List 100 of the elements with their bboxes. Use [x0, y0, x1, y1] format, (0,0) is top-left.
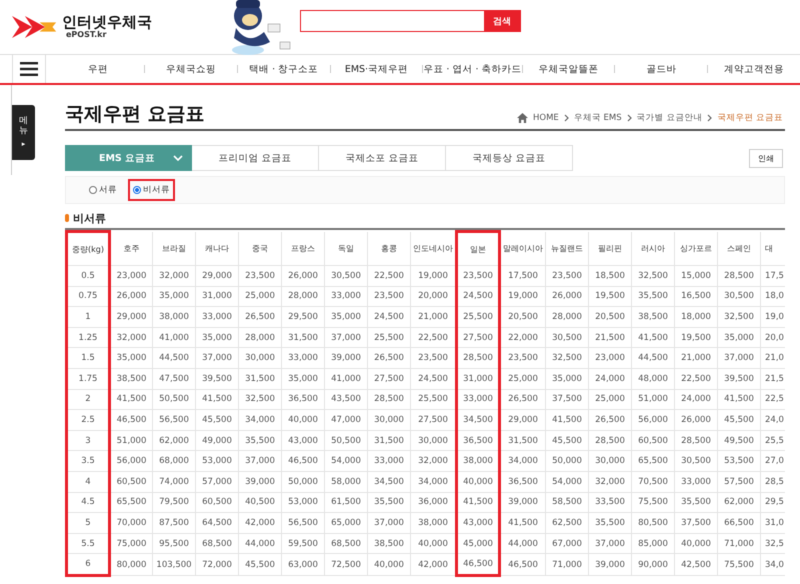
nav-link[interactable]: 택배 · 창구소포 [238, 62, 330, 76]
table-cell: 38,000 [152, 306, 196, 328]
table-cell: 45,500 [196, 410, 238, 430]
table-cell: 29,000 [196, 266, 238, 286]
table-cell: 2.5 [66, 410, 110, 430]
table-cell: 25,000 [238, 286, 282, 307]
table-cell: 58,500 [546, 492, 588, 513]
nav-link[interactable]: 우체국쇼핑 [144, 62, 237, 76]
radio-option[interactable]: 비서류 [128, 179, 175, 201]
table-cell: 62,000 [152, 430, 196, 451]
table-cell: 27,500 [368, 368, 410, 390]
table-cell: 34,500 [368, 471, 410, 492]
table-cell: 53,500 [718, 450, 760, 472]
table-cell: 67,000 [546, 533, 588, 554]
radio-button[interactable] [89, 186, 97, 194]
table-cell: 27,500 [456, 327, 500, 348]
column-header: 일본 [456, 232, 500, 266]
table-cell: 56,500 [152, 410, 196, 430]
table-cell: 37,000 [196, 348, 238, 368]
nav-link[interactable]: 계약고객전용 [708, 62, 800, 76]
table-cell: 28,500 [588, 430, 632, 451]
breadcrumb-link[interactable]: 국제우편 요금표 [717, 112, 783, 124]
table-cell: 68,500 [196, 533, 238, 554]
table-cell: 60,500 [196, 492, 238, 513]
table-cell: 32,000 [152, 266, 196, 286]
table-cell: 30,000 [238, 348, 282, 368]
table-cell: 29,500 [282, 306, 324, 328]
table-cell: 22,000 [500, 327, 546, 348]
nav-link[interactable]: 우표 · 엽서 · 축하카드 [423, 62, 522, 76]
table-cell: 42,500 [674, 554, 718, 576]
nav-link[interactable]: 우체국알뜰폰 [522, 62, 614, 76]
breadcrumb-link[interactable]: 우체국 EMS [574, 112, 622, 124]
table-cell: 23,500 [500, 348, 546, 368]
table-cell: 24,000 [588, 368, 632, 390]
table-cell: 48,000 [632, 368, 674, 390]
tab[interactable]: 국제등상 요금표 [446, 145, 573, 171]
table-cell: 43,000 [282, 430, 324, 451]
radio-option[interactable]: 서류 [84, 179, 122, 201]
table-cell: 1.75 [66, 368, 110, 390]
table-cell: 49,000 [196, 430, 238, 451]
tab[interactable]: 프리미엄 요금표 [192, 145, 319, 171]
nav-link[interactable]: 골드바 [615, 62, 708, 76]
table-cell: 37,500 [546, 389, 588, 410]
table-cell: 103,500 [152, 554, 196, 576]
table-cell: 25,500 [368, 327, 410, 348]
table-cell: 44,500 [152, 348, 196, 368]
radio-button[interactable] [133, 186, 141, 194]
table-cell: 31,500 [282, 327, 324, 348]
nav-link[interactable]: 우편 [52, 62, 144, 76]
table-cell: 35,000 [110, 348, 152, 368]
table-cell: 51,000 [110, 430, 152, 451]
table-cell: 35,000 [324, 306, 368, 328]
table-cell: 30,500 [324, 266, 368, 286]
table-cell: 63,000 [282, 554, 324, 576]
table-cell: 50,000 [546, 450, 588, 472]
breadcrumb-link[interactable]: HOME [532, 113, 559, 123]
column-header: 캐나다 [196, 232, 238, 266]
table-cell: 53,000 [282, 492, 324, 513]
table-cell: 36,500 [282, 389, 324, 410]
table-cell: 26,000 [110, 286, 152, 307]
table-cell: 26,500 [238, 306, 282, 328]
table-cell: 33,500 [588, 492, 632, 513]
table-cell: 32,500 [632, 266, 674, 286]
table-cell: 4.5 [66, 492, 110, 513]
table-cell: 20,500 [500, 306, 546, 328]
table-cell: 54,000 [324, 450, 368, 472]
table-cell: 36,500 [500, 471, 546, 492]
table-cell: 80,000 [110, 554, 152, 576]
menu-button[interactable] [12, 55, 46, 83]
table-cell: 60,500 [110, 471, 152, 492]
search-button[interactable]: 검색 [484, 11, 520, 31]
table-cell: 66,500 [718, 512, 760, 534]
table-cell: 33,000 [674, 471, 718, 492]
logo-icon[interactable] [12, 14, 58, 40]
table-cell: 40,000 [674, 533, 718, 554]
search-field[interactable]: 검색 [300, 10, 521, 32]
table-cell: 37,000 [588, 533, 632, 554]
table-cell: 68,500 [324, 533, 368, 554]
table-cell: 18,500 [588, 266, 632, 286]
table-cell: 41,500 [632, 327, 674, 348]
table-cell: 50,500 [152, 389, 196, 410]
tab[interactable]: 국제소포 요금표 [319, 145, 446, 171]
logo-title[interactable]: 인터넷우체국 [62, 15, 152, 30]
table-cell: 35,000 [282, 368, 324, 390]
table-cell: 17,5 [760, 266, 785, 286]
breadcrumb-link[interactable]: 국가별 요금안내 [636, 112, 702, 124]
table-cell: 5 [66, 512, 110, 534]
table-cell: 28,500 [456, 348, 500, 368]
chevron-icon [626, 114, 632, 122]
nav-link[interactable]: EMS·국제우편 [330, 62, 422, 76]
table-cell: 53,000 [196, 450, 238, 472]
print-button[interactable]: 인쇄 [749, 148, 783, 168]
table-cell: 80,500 [632, 512, 674, 534]
table-cell: 23,000 [110, 266, 152, 286]
table-cell: 26,500 [368, 348, 410, 368]
table-cell: 35,000 [196, 327, 238, 348]
section-title: 비서류 [73, 210, 106, 226]
table-cell: 42,000 [238, 512, 282, 534]
table-cell: 16,500 [674, 286, 718, 307]
chevron-icon [564, 114, 569, 122]
